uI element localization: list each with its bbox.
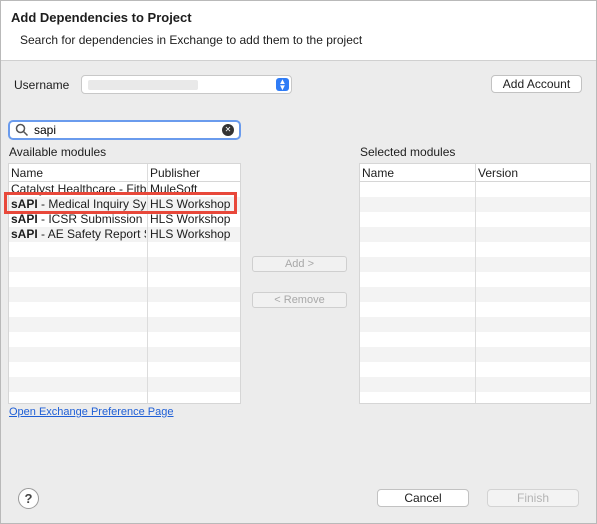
table-row[interactable]: sAPI - AE Safety Report S HLS Workshop [9, 227, 240, 242]
column-header-name[interactable]: Name [11, 166, 43, 180]
row-publisher: HLS Workshop [150, 227, 231, 241]
row-name: sAPI - Medical Inquiry Sys [11, 197, 146, 211]
add-dependencies-dialog: Add Dependencies to Project Search for d… [0, 0, 597, 524]
row-name: sAPI - ICSR Submission tc [11, 212, 146, 226]
table-header: Name Publisher [9, 164, 240, 182]
available-modules-table[interactable]: Name Publisher Catalyst Healthcare - Fit… [8, 163, 241, 404]
search-input[interactable] [34, 123, 214, 137]
column-header-publisher[interactable]: Publisher [150, 166, 200, 180]
search-icon [15, 123, 29, 137]
table-row[interactable]: Catalyst Healthcare - Fitbi MuleSoft [9, 182, 240, 197]
row-publisher: HLS Workshop [150, 197, 231, 211]
cancel-button[interactable]: Cancel [377, 489, 469, 507]
clear-search-icon[interactable]: ✕ [222, 124, 234, 136]
add-account-button[interactable]: Add Account [491, 75, 582, 93]
row-publisher: MuleSoft [150, 182, 198, 196]
open-exchange-preference-link[interactable]: Open Exchange Preference Page [9, 406, 174, 418]
column-header-name[interactable]: Name [362, 166, 394, 180]
column-divider [475, 164, 476, 403]
search-field[interactable]: ✕ [8, 120, 241, 140]
username-value [88, 80, 198, 90]
row-name: sAPI - AE Safety Report S [11, 227, 146, 241]
dialog-title: Add Dependencies to Project [11, 10, 192, 25]
column-header-version[interactable]: Version [478, 166, 518, 180]
dialog-header: Add Dependencies to Project Search for d… [1, 1, 596, 61]
row-name: Catalyst Healthcare - Fitbi [11, 182, 146, 196]
dialog-subtitle: Search for dependencies in Exchange to a… [20, 33, 363, 47]
finish-button[interactable]: Finish [487, 489, 579, 507]
selected-modules-table[interactable]: Name Version [359, 163, 591, 404]
selected-modules-label: Selected modules [360, 145, 456, 159]
row-publisher: HLS Workshop [150, 212, 231, 226]
add-button[interactable]: Add > [252, 256, 347, 272]
username-label: Username [14, 78, 70, 92]
table-row[interactable]: sAPI - Medical Inquiry Sys HLS Workshop [9, 197, 240, 212]
table-row[interactable]: sAPI - ICSR Submission tc HLS Workshop [9, 212, 240, 227]
remove-button[interactable]: < Remove [252, 292, 347, 308]
available-modules-label: Available modules [9, 145, 107, 159]
help-icon[interactable]: ? [18, 488, 39, 509]
chevron-updown-icon: ▲ ▼ [276, 78, 289, 92]
username-select[interactable]: ▲ ▼ [81, 75, 292, 94]
